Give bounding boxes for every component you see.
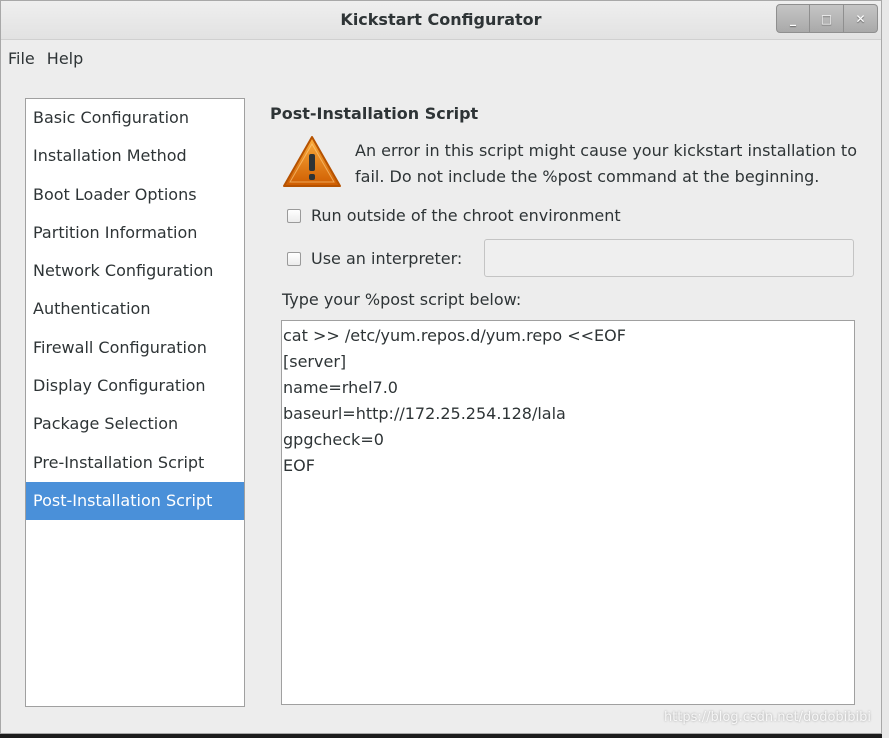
close-button[interactable]: ✕ <box>844 4 878 33</box>
interpreter-checkbox-label: Use an interpreter: <box>311 249 463 268</box>
script-line: baseurl=http://172.25.254.128/lala <box>283 404 566 423</box>
sidebar-item-post-installation-script[interactable]: Post-Installation Script <box>26 481 244 521</box>
sidebar-item-installation-method[interactable]: Installation Method <box>26 137 244 175</box>
post-script-editor[interactable]: cat >> /etc/yum.repos.d/yum.repo <<EOF [… <box>281 320 855 705</box>
script-line: cat >> /etc/yum.repos.d/yum.repo <<EOF <box>283 326 626 345</box>
background-edge <box>882 0 889 738</box>
script-line: [server] <box>283 352 347 371</box>
window-controls: _ □ ✕ <box>776 4 878 33</box>
minimize-button[interactable]: _ <box>776 4 810 33</box>
chroot-option[interactable]: Run outside of the chroot environment <box>287 206 621 225</box>
page-title: Post-Installation Script <box>270 104 479 123</box>
sidebar-item-boot-loader-options[interactable]: Boot Loader Options <box>26 176 244 214</box>
section-list: Basic Configuration Installation Method … <box>25 98 245 707</box>
script-line: name=rhel7.0 <box>283 378 398 397</box>
chroot-checkbox[interactable] <box>287 208 301 223</box>
menu-file[interactable]: File <box>8 49 35 68</box>
sidebar-item-partition-information[interactable]: Partition Information <box>26 214 244 252</box>
sidebar-item-authentication[interactable]: Authentication <box>26 290 244 328</box>
interpreter-checkbox[interactable] <box>287 251 301 266</box>
window-title: Kickstart Configurator <box>340 10 542 29</box>
warning-icon <box>283 136 341 187</box>
sidebar-item-network-configuration[interactable]: Network Configuration <box>26 252 244 290</box>
menu-bar: File Help <box>1 40 881 76</box>
sidebar-item-package-selection[interactable]: Package Selection <box>26 405 244 443</box>
kickstart-window: Kickstart Configurator _ □ ✕ File Help B… <box>0 0 882 734</box>
interpreter-option[interactable]: Use an interpreter: <box>287 249 462 268</box>
maximize-button[interactable]: □ <box>810 4 844 33</box>
sidebar-item-basic-configuration[interactable]: Basic Configuration <box>26 99 244 137</box>
script-line: EOF <box>283 456 315 475</box>
sidebar-item-pre-installation-script[interactable]: Pre-Installation Script <box>26 444 244 482</box>
interpreter-input[interactable] <box>484 239 854 277</box>
sidebar-item-firewall-configuration[interactable]: Firewall Configuration <box>26 329 244 367</box>
chroot-checkbox-label: Run outside of the chroot environment <box>311 206 621 225</box>
script-label: Type your %post script below: <box>282 290 522 309</box>
warning-message: An error in this script might cause your… <box>355 141 857 186</box>
watermark: https://blog.csdn.net/dodobibibi <box>663 710 871 725</box>
sidebar-item-display-configuration[interactable]: Display Configuration <box>26 367 244 405</box>
menu-help[interactable]: Help <box>47 49 83 68</box>
title-bar[interactable]: Kickstart Configurator _ □ ✕ <box>1 1 881 40</box>
script-line: gpgcheck=0 <box>283 430 384 449</box>
